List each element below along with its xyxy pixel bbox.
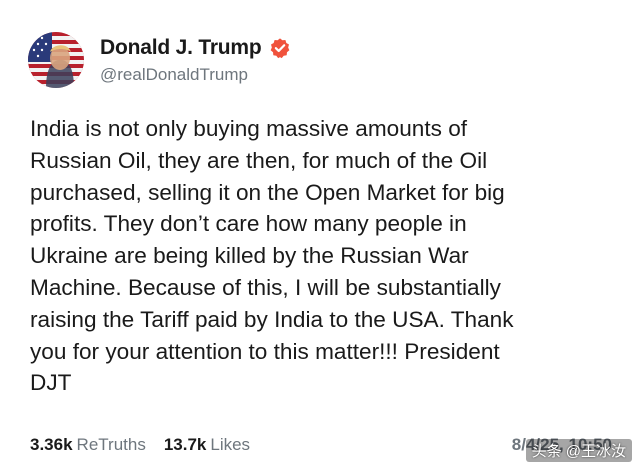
- retruths-count: 3.36k: [30, 435, 73, 454]
- likes-stat[interactable]: 13.7k Likes: [164, 435, 250, 455]
- author-names: Donald J. Trump @realDonaldTrump: [100, 36, 291, 85]
- post-text: India is not only buying massive amounts…: [30, 116, 514, 396]
- watermark: 头条 @王冰汝: [525, 439, 632, 462]
- flag-portrait-avatar-icon: [28, 32, 84, 88]
- avatar[interactable]: [28, 32, 84, 88]
- post-header: Donald J. Trump @realDonaldTrump: [28, 32, 291, 88]
- display-name-row: Donald J. Trump: [100, 36, 291, 60]
- retruths-stat[interactable]: 3.36k ReTruths: [30, 435, 146, 455]
- post-card: Donald J. Trump @realDonaldTrump India i…: [0, 0, 640, 476]
- post-footer: 3.36k ReTruths 13.7k Likes 8/4/25, 10:50: [30, 435, 612, 455]
- user-handle[interactable]: @realDonaldTrump: [100, 65, 291, 85]
- likes-label: Likes: [210, 435, 251, 454]
- retruths-label: ReTruths: [76, 435, 146, 454]
- verified-badge-icon: [270, 37, 289, 58]
- display-name[interactable]: Donald J. Trump: [100, 36, 262, 60]
- likes-count: 13.7k: [163, 435, 207, 454]
